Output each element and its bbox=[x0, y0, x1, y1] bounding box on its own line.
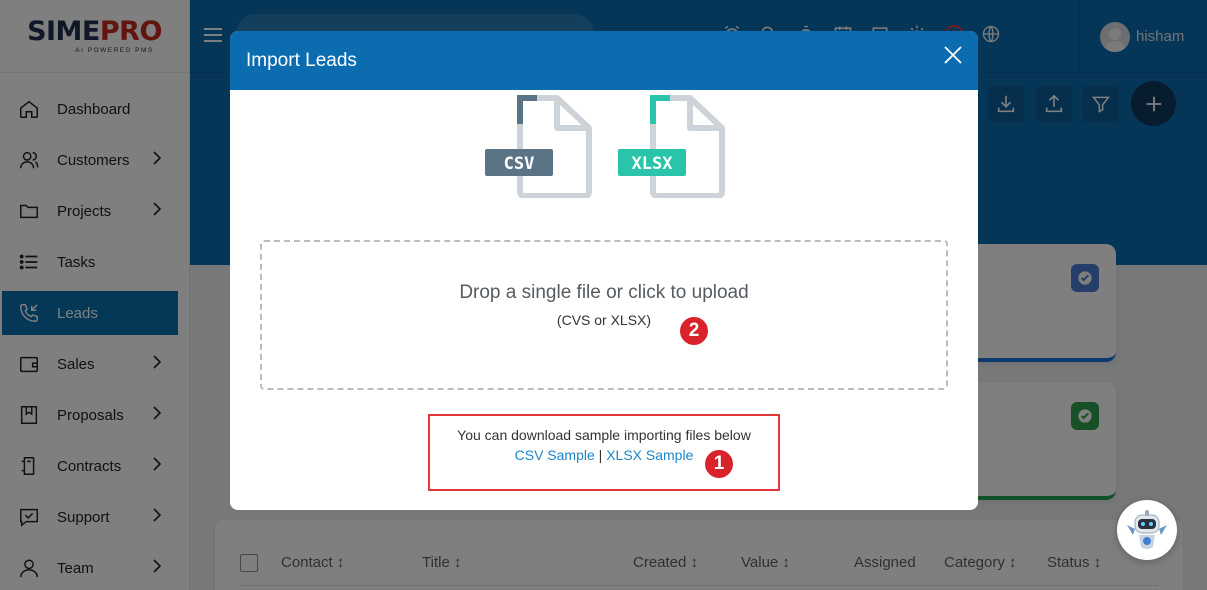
sample-files-text: You can download sample importing files … bbox=[457, 427, 751, 443]
dropzone-text: Drop a single file or click to upload bbox=[459, 282, 749, 303]
chatbot-button[interactable] bbox=[1117, 500, 1177, 560]
modal-title: Import Leads bbox=[246, 50, 357, 71]
xlsx-sample-link[interactable]: XLSX Sample bbox=[606, 447, 693, 463]
csv-sample-link[interactable]: CSV Sample bbox=[515, 447, 595, 463]
xlsx-file-icon: XLSX bbox=[618, 95, 725, 198]
csv-label: CSV bbox=[504, 154, 535, 174]
dropzone-subtext: (CVS or XLSX) bbox=[556, 312, 652, 328]
file-dropzone[interactable]: Drop a single file or click to upload (C… bbox=[260, 240, 948, 390]
step-badge-2: 2 bbox=[679, 316, 709, 346]
robot-icon bbox=[1127, 510, 1167, 549]
link-separator: | bbox=[598, 447, 603, 463]
sample-files-box: You can download sample importing files … bbox=[428, 414, 780, 491]
modal-header: Import Leads bbox=[230, 31, 978, 90]
file-type-icons: CSV XLSX bbox=[485, 95, 725, 198]
close-button[interactable] bbox=[940, 42, 966, 68]
close-icon bbox=[944, 46, 962, 64]
xlsx-label: XLSX bbox=[632, 154, 674, 174]
csv-file-icon: CSV bbox=[485, 95, 592, 198]
step-badge-1: 1 bbox=[704, 449, 734, 479]
import-leads-modal: Import Leads CSV XLSX Drop a single file… bbox=[230, 31, 978, 510]
